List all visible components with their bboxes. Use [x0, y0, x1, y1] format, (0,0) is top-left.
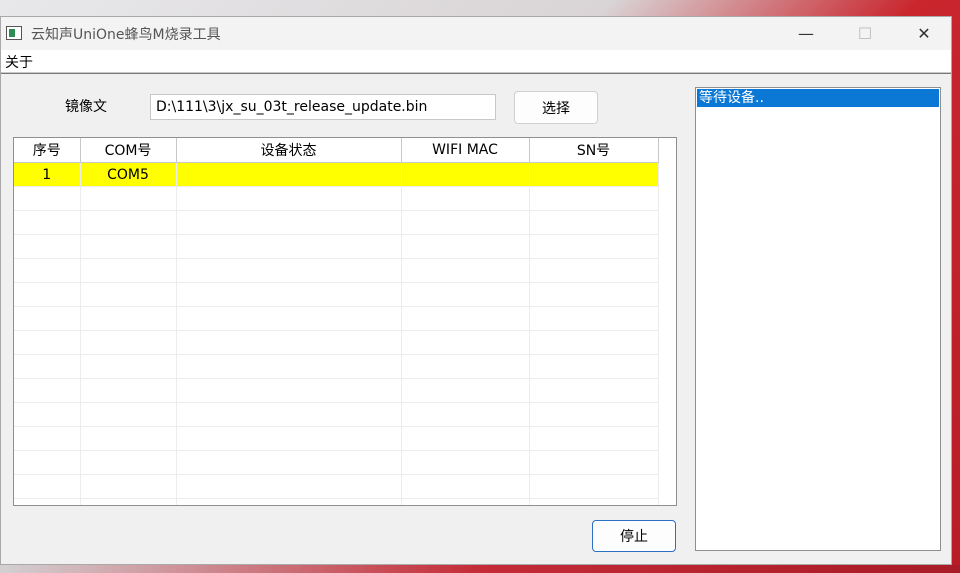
- column-header-index[interactable]: 序号: [14, 138, 81, 163]
- table-row[interactable]: 1 COM5: [14, 162, 659, 187]
- empty-row: [14, 258, 659, 283]
- column-header-com[interactable]: COM号: [80, 138, 177, 163]
- select-button[interactable]: 选择: [514, 91, 598, 124]
- window-title: 云知声UniOne蜂鸟M烧录工具: [31, 27, 221, 43]
- log-line-selected[interactable]: 等待设备..: [697, 89, 939, 107]
- empty-row: [14, 306, 659, 331]
- cell-status: [176, 162, 402, 187]
- cell-wifi-mac: [401, 162, 530, 187]
- image-path-input[interactable]: [150, 94, 496, 120]
- cell-index: 1: [14, 162, 81, 187]
- empty-row: [14, 426, 659, 451]
- close-icon[interactable]: ✕: [901, 17, 947, 50]
- cell-sn: [529, 162, 659, 187]
- empty-row: [14, 498, 659, 505]
- device-table: 序号 COM号 设备状态 WIFI MAC SN号 1 COM5: [13, 137, 677, 506]
- image-file-label: 镜像文: [65, 99, 107, 115]
- empty-row: [14, 450, 659, 475]
- empty-row: [14, 330, 659, 355]
- log-list[interactable]: 等待设备..: [695, 87, 941, 551]
- stop-button[interactable]: 停止: [592, 520, 676, 552]
- title-bar: 云知声UniOne蜂鸟M烧录工具 — ☐ ✕: [1, 17, 951, 50]
- empty-row: [14, 354, 659, 379]
- menu-bar: 关于: [1, 50, 951, 73]
- maximize-icon[interactable]: ☐: [842, 17, 888, 50]
- column-header-sn[interactable]: SN号: [529, 138, 659, 163]
- empty-row: [14, 186, 659, 211]
- menu-about[interactable]: 关于: [5, 52, 33, 72]
- table-header-row: 序号 COM号 设备状态 WIFI MAC SN号: [14, 138, 659, 163]
- empty-row: [14, 402, 659, 427]
- empty-row: [14, 210, 659, 235]
- empty-row: [14, 234, 659, 259]
- column-header-wifi-mac[interactable]: WIFI MAC: [401, 138, 530, 163]
- desktop-background: [0, 565, 960, 573]
- column-header-status[interactable]: 设备状态: [176, 138, 402, 163]
- minimize-icon[interactable]: —: [783, 17, 829, 50]
- app-window: 云知声UniOne蜂鸟M烧录工具 — ☐ ✕ 关于 镜像文 选择 序号 COM号…: [0, 16, 952, 565]
- empty-row: [14, 474, 659, 499]
- empty-row: [14, 378, 659, 403]
- app-icon: [6, 26, 22, 40]
- divider: [1, 73, 951, 74]
- empty-row: [14, 282, 659, 307]
- cell-com: COM5: [80, 162, 177, 187]
